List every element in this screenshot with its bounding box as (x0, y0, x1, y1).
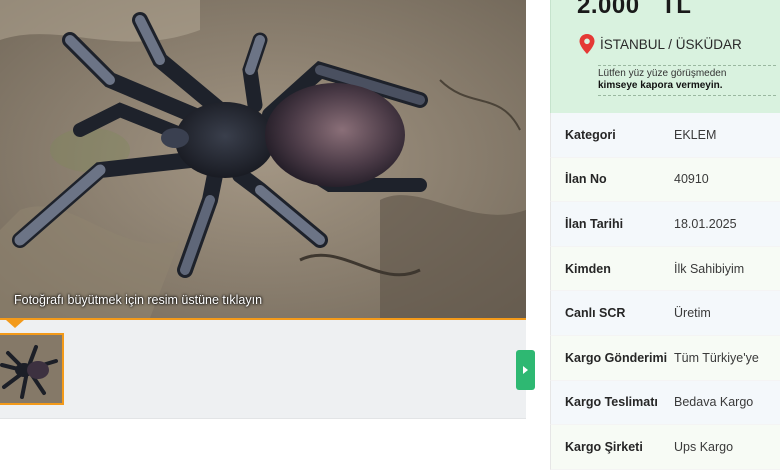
detail-value: Üretim (674, 306, 711, 321)
thumbnail-strip (0, 320, 526, 419)
detail-value: İlk Sahibiyim (674, 261, 745, 276)
enlarge-photo-hint: Fotoğrafı büyütmek için resim üstüne tık… (14, 293, 263, 307)
detail-row-category: Kategori EKLEM (550, 113, 780, 158)
detail-label: Kimden (565, 261, 611, 276)
detail-row-listing-no: İlan No 40910 (550, 157, 780, 203)
active-thumbnail-pointer (6, 320, 24, 328)
detail-row-shipping: Kargo Gönderimi Tüm Türkiye'ye (550, 335, 780, 381)
chevron-right-icon (523, 366, 528, 374)
listing-details-table: Kategori EKLEM İlan No 40910 İlan Tarihi… (550, 113, 780, 470)
detail-row-from: Kimden İlk Sahibiyim (550, 246, 780, 292)
listing-location[interactable]: İSTANBUL / ÜSKÜDAR (579, 34, 742, 54)
photo-thumbnail[interactable] (0, 333, 64, 405)
detail-row-delivery: Kargo Teslimatı Bedava Kargo (550, 380, 780, 426)
detail-value: 40910 (674, 172, 709, 187)
photo-gallery: Fotoğrafı büyütmek için resim üstüne tık… (0, 0, 526, 419)
detail-row-listing-date: İlan Tarihi 18.01.2025 (550, 202, 780, 247)
detail-label: İlan No (565, 172, 607, 187)
detail-value: Ups Kargo (674, 439, 734, 454)
next-photo-button[interactable] (516, 350, 535, 390)
safety-warning: Lütfen yüz yüze görüşmeden kimseye kapor… (598, 65, 776, 96)
detail-label: İlan Tarihi (565, 216, 624, 231)
listing-price: 2.000 TL (577, 0, 692, 19)
listing-info-panel: 2.000 TL İSTANBUL / ÜSKÜDAR Lütfen yüz y… (550, 0, 780, 470)
tarantula-photo (0, 0, 526, 318)
location-pin-icon (579, 34, 595, 54)
detail-label: Kargo Gönderimi (565, 350, 668, 365)
location-text: İSTANBUL / ÜSKÜDAR (600, 36, 742, 52)
price-box: 2.000 TL İSTANBUL / ÜSKÜDAR Lütfen yüz y… (550, 0, 780, 113)
detail-row-carrier: Kargo Şirketi Ups Kargo (550, 425, 780, 470)
detail-value: Bedava Kargo (674, 395, 754, 410)
detail-label: Canlı SCR (565, 306, 626, 321)
detail-label: Kargo Şirketi (565, 439, 643, 454)
detail-value: Tüm Türkiye'ye (674, 350, 759, 365)
warning-line-2: kimseye kapora vermeyin. (598, 80, 723, 91)
warning-line-1: Lütfen yüz yüze görüşmeden (598, 68, 727, 79)
detail-row-live-scr: Canlı SCR Üretim (550, 291, 780, 336)
tarantula-thumbnail-image (0, 335, 62, 403)
detail-label: Kategori (565, 127, 616, 142)
detail-label: Kargo Teslimatı (565, 395, 658, 410)
main-photo[interactable]: Fotoğrafı büyütmek için resim üstüne tık… (0, 0, 526, 318)
detail-value: EKLEM (674, 127, 717, 142)
detail-value: 18.01.2025 (674, 216, 737, 231)
